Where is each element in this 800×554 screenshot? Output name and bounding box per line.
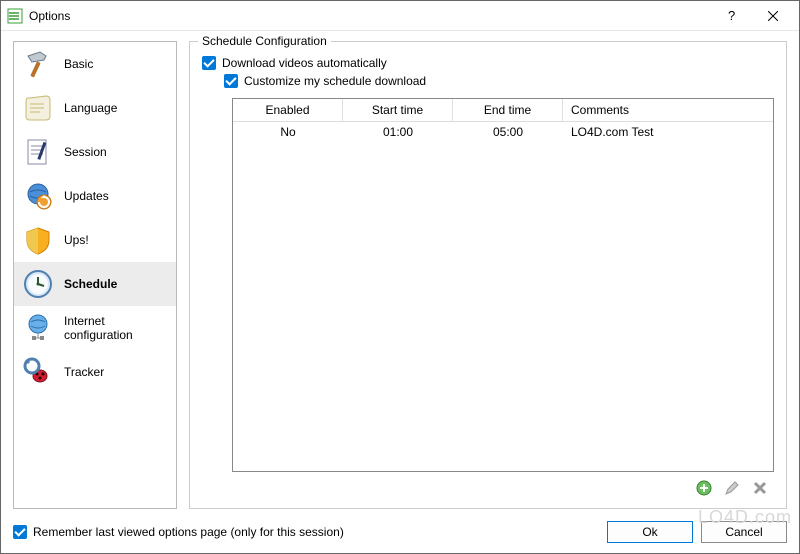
customize-checkbox[interactable] <box>224 74 238 88</box>
titlebar: Options ? <box>1 1 799 31</box>
footer: Remember last viewed options page (only … <box>1 513 799 553</box>
table-actions <box>232 472 774 500</box>
remember-label: Remember last viewed options page (only … <box>33 525 344 539</box>
sidebar-item-session[interactable]: Session <box>14 130 176 174</box>
clock-icon <box>22 268 54 300</box>
svg-text:?: ? <box>728 9 735 23</box>
remember-row[interactable]: Remember last viewed options page (only … <box>13 525 344 539</box>
shield-icon <box>22 224 54 256</box>
network-icon <box>22 312 54 344</box>
sidebar-item-label: Tracker <box>64 365 104 379</box>
sidebar-item-ups[interactable]: Ups! <box>14 218 176 262</box>
sidebar-item-label: Internet configuration <box>64 314 168 343</box>
edit-button[interactable] <box>722 478 742 498</box>
sidebar-item-label: Ups! <box>64 233 89 247</box>
table-header: Enabled Start time End time Comments <box>233 99 773 122</box>
schedule-table[interactable]: Enabled Start time End time Comments No … <box>232 98 774 472</box>
schedule-groupbox: Schedule Configuration Download videos a… <box>189 41 787 509</box>
cancel-button[interactable]: Cancel <box>701 521 787 543</box>
sidebar-item-internet[interactable]: Internet configuration <box>14 306 176 350</box>
th-end[interactable]: End time <box>453 99 563 121</box>
notepad-icon <box>22 136 54 168</box>
download-auto-checkbox[interactable] <box>202 56 216 70</box>
cell-comments: LO4D.com Test <box>563 122 773 142</box>
ok-button[interactable]: Ok <box>607 521 693 543</box>
sidebar-item-label: Session <box>64 145 107 159</box>
th-enabled[interactable]: Enabled <box>233 99 343 121</box>
close-button[interactable] <box>753 2 793 30</box>
table-body: No 01:00 05:00 LO4D.com Test <box>233 122 773 471</box>
customize-row[interactable]: Customize my schedule download <box>224 74 774 88</box>
sidebar: Basic Language <box>13 41 177 509</box>
th-start[interactable]: Start time <box>343 99 453 121</box>
sidebar-item-schedule[interactable]: Schedule <box>14 262 176 306</box>
content-area: Basic Language <box>1 31 799 513</box>
sidebar-item-tracker[interactable]: Tracker <box>14 350 176 394</box>
sidebar-item-label: Basic <box>64 57 93 71</box>
cell-start: 01:00 <box>343 122 453 142</box>
cell-end: 05:00 <box>453 122 563 142</box>
download-auto-row[interactable]: Download videos automatically <box>202 56 774 70</box>
help-button[interactable]: ? <box>713 2 753 30</box>
sidebar-item-label: Updates <box>64 189 109 203</box>
options-window: Options ? Basic <box>0 0 800 554</box>
th-comments[interactable]: Comments <box>563 99 773 121</box>
cell-enabled: No <box>233 122 343 142</box>
scroll-icon <box>22 92 54 124</box>
hammer-icon <box>22 48 54 80</box>
delete-button[interactable] <box>750 478 770 498</box>
globe-refresh-icon <box>22 180 54 212</box>
sidebar-item-basic[interactable]: Basic <box>14 42 176 86</box>
customize-label: Customize my schedule download <box>244 74 426 88</box>
window-title: Options <box>29 9 713 23</box>
download-auto-label: Download videos automatically <box>222 56 387 70</box>
sidebar-item-language[interactable]: Language <box>14 86 176 130</box>
bug-magnifier-icon <box>22 356 54 388</box>
sidebar-item-updates[interactable]: Updates <box>14 174 176 218</box>
app-icon <box>7 8 23 24</box>
add-button[interactable] <box>694 478 714 498</box>
table-row[interactable]: No 01:00 05:00 LO4D.com Test <box>233 122 773 142</box>
groupbox-title: Schedule Configuration <box>198 34 331 48</box>
sidebar-item-label: Schedule <box>64 277 117 291</box>
sidebar-item-label: Language <box>64 101 117 115</box>
remember-checkbox[interactable] <box>13 525 27 539</box>
main-panel: Schedule Configuration Download videos a… <box>189 41 787 509</box>
